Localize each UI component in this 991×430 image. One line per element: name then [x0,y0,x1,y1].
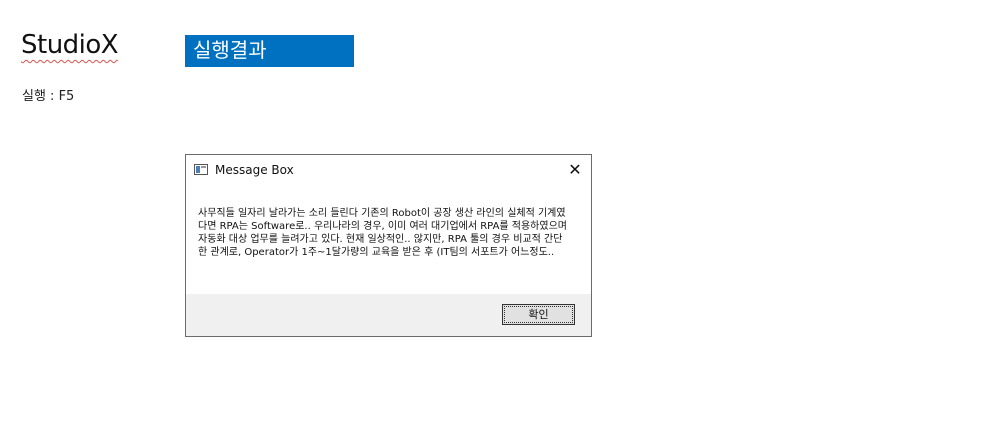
dialog-title: Message Box [215,163,294,177]
dialog-message: 사무직들 일자리 날라가는 소리 들린다 기존의 Robot이 공장 생산 라인… [198,208,567,258]
dialog-footer: 확인 [186,294,591,336]
studiox-brand: StudioX [21,30,119,60]
window-app-icon [194,164,208,175]
ok-button-label: 확인 [504,306,573,323]
slide-canvas: StudioX 실행결과 실행 : F5 Message Box ✕ 사무직들 … [0,0,991,430]
section-title-banner: 실행결과 [185,35,354,67]
message-box-dialog: Message Box ✕ 사무직들 일자리 날라가는 소리 들린다 기존의 R… [185,154,592,337]
close-button[interactable]: ✕ [563,158,587,182]
run-shortcut-hint: 실행 : F5 [22,89,75,104]
dialog-titlebar[interactable]: Message Box ✕ [186,155,591,185]
ok-button[interactable]: 확인 [502,304,575,325]
close-icon: ✕ [568,160,582,179]
